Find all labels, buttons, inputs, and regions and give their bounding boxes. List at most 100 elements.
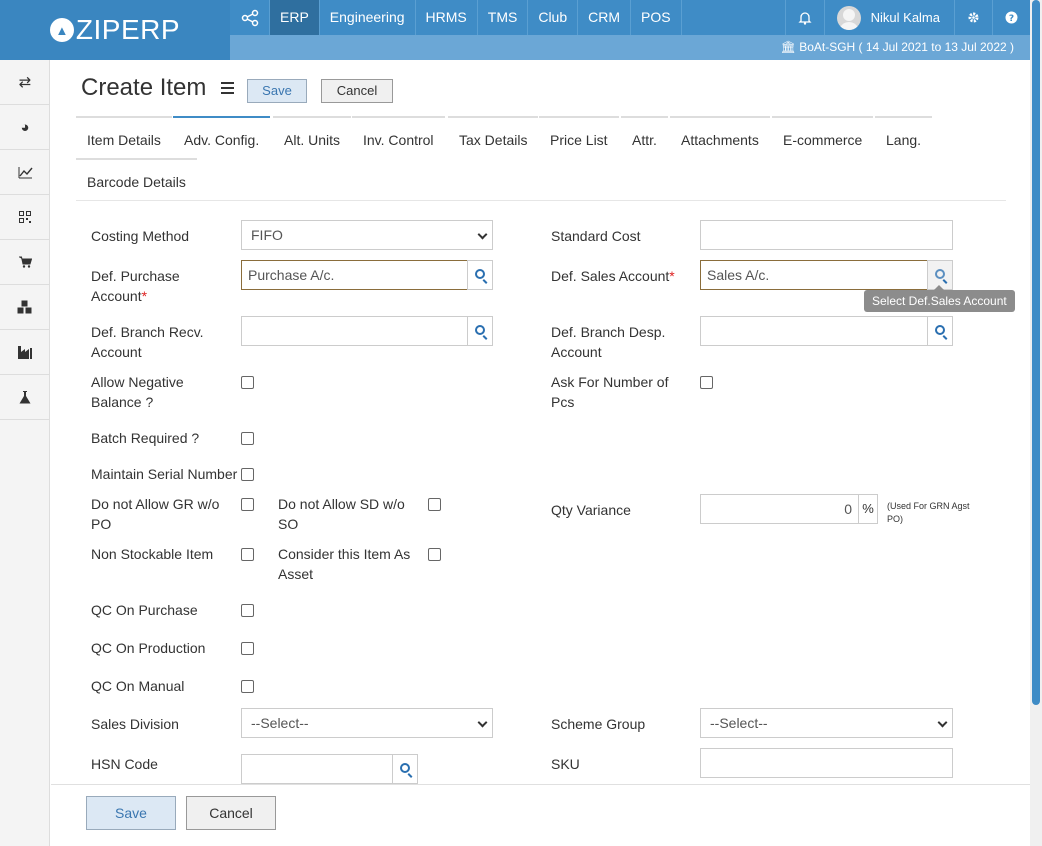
sales-division-label: Sales Division — [91, 716, 179, 732]
non-stockable-item-checkbox[interactable] — [241, 548, 254, 561]
tab-attachments[interactable]: Attachments — [670, 116, 770, 158]
logo-mark-icon: ▲ — [49, 18, 74, 42]
main-content: Create Item Save Cancel Item Details Adv… — [51, 60, 1030, 846]
brand-logo[interactable]: ▲ ZIPERP — [0, 0, 230, 60]
sales-division-select[interactable]: --Select-- — [241, 708, 493, 738]
sku-label: SKU — [551, 756, 580, 772]
tab-item-details[interactable]: Item Details — [76, 116, 172, 158]
hsn-code-input[interactable] — [241, 754, 393, 784]
tab-price-list[interactable]: Price List — [539, 116, 619, 158]
costing-method-select[interactable]: FIFO — [241, 220, 493, 250]
tab-inv-control[interactable]: Inv. Control — [352, 116, 445, 158]
chevron-down-icon — [477, 717, 488, 728]
maintain-serial-number-label: Maintain Serial Number — [91, 466, 238, 482]
transfer-icon[interactable]: ⇄ — [0, 60, 50, 105]
menu-icon[interactable] — [221, 82, 234, 97]
menu-hrms[interactable]: HRMS — [416, 0, 478, 35]
qty-variance-input[interactable]: 0 — [700, 494, 859, 524]
flask-icon[interactable] — [0, 375, 50, 420]
scheme-group-select[interactable]: --Select-- — [700, 708, 953, 738]
tab-adv-config[interactable]: Adv. Config. — [173, 116, 271, 158]
company-bar[interactable]: 🏛 BoAt-SGH ( 14 Jul 2021 to 13 Jul 2022 … — [230, 35, 1030, 60]
standard-cost-label: Standard Cost — [551, 228, 641, 244]
menu-crm[interactable]: CRM — [578, 0, 632, 35]
help-icon[interactable]: ? — [992, 0, 1030, 35]
share-icon[interactable] — [230, 0, 270, 35]
non-stockable-item-label: Non Stockable Item — [91, 546, 214, 562]
consider-as-asset-checkbox[interactable] — [428, 548, 441, 561]
batch-required-checkbox[interactable] — [241, 432, 254, 445]
allow-negative-balance-checkbox[interactable] — [241, 376, 254, 389]
standard-cost-input[interactable] — [700, 220, 953, 250]
form-footer: Save Cancel — [51, 784, 1030, 846]
chevron-down-icon — [937, 717, 948, 728]
page-scrollbar[interactable] — [1030, 0, 1042, 846]
def-branch-recv-account-input[interactable] — [241, 316, 468, 346]
ask-for-number-of-pcs-checkbox[interactable] — [700, 376, 713, 389]
costing-method-label: Costing Method — [91, 228, 190, 244]
save-button[interactable]: Save — [247, 79, 307, 103]
qc-on-purchase-checkbox[interactable] — [241, 604, 254, 617]
bank-icon: 🏛 — [780, 40, 796, 54]
page-title: Create Item — [81, 74, 207, 101]
scrollbar-thumb[interactable] — [1032, 0, 1040, 705]
qc-on-production-checkbox[interactable] — [241, 642, 254, 655]
def-branch-desp-account-label: Def. Branch Desp. Account — [551, 324, 666, 360]
sales-division-value: --Select-- — [251, 715, 309, 731]
def-purchase-account-input[interactable]: Purchase A/c. — [241, 260, 468, 290]
chevron-down-icon — [477, 229, 488, 240]
bell-icon[interactable] — [784, 0, 824, 35]
def-sales-account-input[interactable]: Sales A/c. — [700, 260, 928, 290]
user-profile[interactable]: Nikul Kalma — [823, 0, 954, 35]
menu-tms[interactable]: TMS — [478, 0, 529, 35]
tab-attr[interactable]: Attr. — [621, 116, 668, 158]
scheme-group-value: --Select-- — [710, 715, 768, 731]
footer-save-button[interactable]: Save — [86, 796, 176, 830]
allow-negative-balance-label: Allow Negative Balance ? — [91, 374, 184, 410]
menu-engineering[interactable]: Engineering — [320, 0, 416, 35]
brand-name: ZIPERP — [75, 14, 181, 45]
tab-lang[interactable]: Lang. — [875, 116, 933, 158]
def-purchase-account-label: Def. Purchase Account* — [91, 268, 180, 304]
percent-addon: % — [858, 494, 878, 524]
maintain-serial-number-checkbox[interactable] — [241, 468, 254, 481]
menu-erp[interactable]: ERP — [270, 0, 320, 35]
tab-ecommerce[interactable]: E-commerce — [772, 116, 874, 158]
hsn-code-label: HSN Code — [91, 756, 158, 772]
user-name: Nikul Kalma — [870, 10, 940, 25]
search-icon — [400, 763, 410, 773]
def-branch-desp-account-search-button[interactable] — [927, 316, 953, 346]
tab-tax-details[interactable]: Tax Details — [448, 116, 539, 158]
cancel-button[interactable]: Cancel — [321, 79, 393, 103]
sku-input[interactable] — [700, 748, 953, 778]
consider-as-asset-label: Consider this Item As Asset — [278, 546, 411, 582]
def-purchase-account-search-button[interactable] — [467, 260, 493, 290]
hsn-code-search-button[interactable] — [392, 754, 418, 784]
menu-club[interactable]: Club — [528, 0, 579, 35]
do-not-allow-sd-checkbox[interactable] — [428, 498, 441, 511]
footer-cancel-button[interactable]: Cancel — [186, 796, 276, 830]
def-branch-recv-account-search-button[interactable] — [467, 316, 493, 346]
line-chart-icon[interactable] — [0, 150, 50, 195]
gear-icon[interactable] — [954, 0, 992, 35]
svg-text:?: ? — [1009, 14, 1014, 24]
do-not-allow-gr-checkbox[interactable] — [241, 498, 254, 511]
scheme-group-label: Scheme Group — [551, 716, 646, 732]
factory-icon[interactable] — [0, 330, 50, 375]
def-branch-desp-account-input[interactable] — [700, 316, 928, 346]
dashboard-icon[interactable]: ◕ — [0, 105, 50, 150]
tab-barcode-details[interactable]: Barcode Details — [76, 158, 197, 200]
def-branch-recv-account-label: Def. Branch Recv. Account — [91, 324, 204, 360]
costing-method-value: FIFO — [251, 227, 283, 243]
cubes-icon[interactable] — [0, 285, 50, 330]
qc-on-production-label: QC On Production — [91, 640, 206, 656]
user-menu: Nikul Kalma ? — [784, 0, 1030, 35]
menu-pos[interactable]: POS — [631, 0, 682, 35]
qrcode-icon[interactable] — [0, 195, 50, 240]
qty-variance-label: Qty Variance — [551, 502, 631, 518]
do-not-allow-gr-label: Do not Allow GR w/o PO — [91, 496, 220, 532]
qc-on-manual-checkbox[interactable] — [241, 680, 254, 693]
tab-alt-units[interactable]: Alt. Units — [273, 116, 352, 158]
search-icon — [935, 325, 945, 335]
cart-icon[interactable] — [0, 240, 50, 285]
